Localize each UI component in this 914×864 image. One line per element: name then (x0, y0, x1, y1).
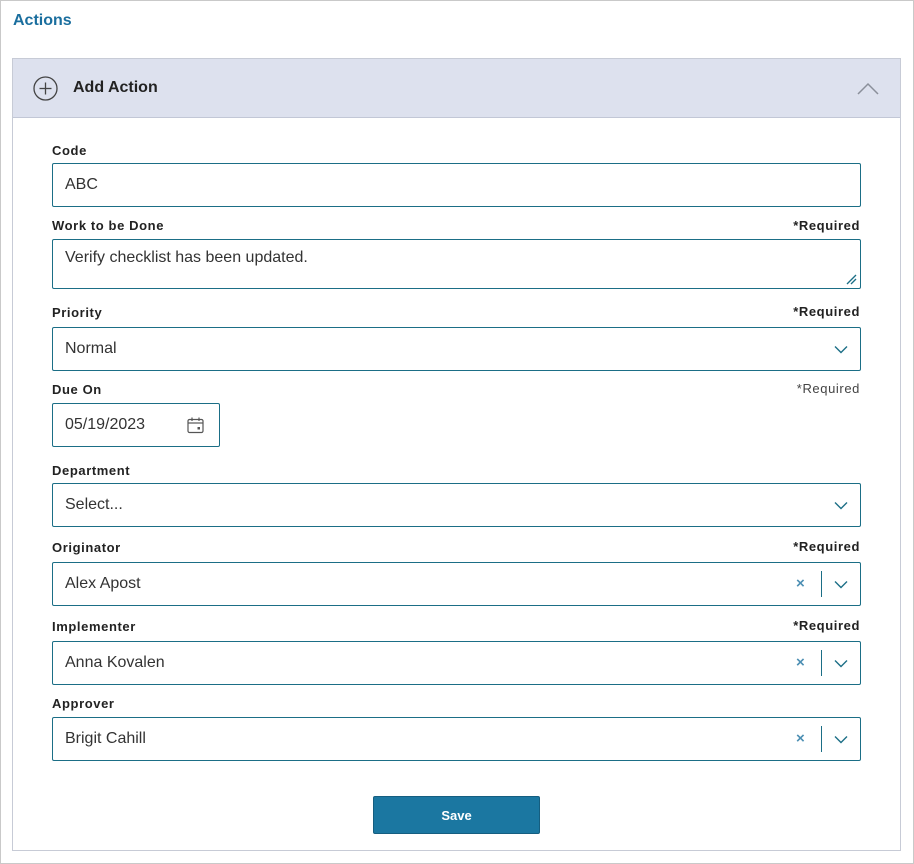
department-value: Select... (65, 496, 123, 513)
due-on-date-input[interactable]: 05/19/2023 (52, 403, 220, 447)
panel-title: Add Action (73, 79, 158, 96)
approver-value: Brigit Cahill (65, 730, 146, 747)
chevron-down-icon[interactable] (834, 345, 848, 354)
originator-select[interactable]: Alex Apost × (52, 562, 861, 606)
due-on-value: 05/19/2023 (65, 416, 146, 433)
chevron-down-icon[interactable] (834, 735, 848, 744)
work-required: *Required (793, 218, 860, 233)
approver-label: Approver (52, 696, 115, 711)
implementer-select[interactable]: Anna Kovalen × (52, 641, 861, 685)
originator-value: Alex Apost (65, 575, 141, 592)
work-textarea[interactable]: Verify checklist has been updated. (52, 239, 861, 289)
code-value: ABC (65, 176, 98, 193)
clear-icon[interactable]: × (796, 654, 805, 671)
save-button[interactable]: Save (373, 796, 540, 834)
divider (821, 726, 822, 752)
code-label: Code (52, 143, 87, 158)
department-select[interactable]: Select... (52, 483, 861, 527)
resize-grip-icon[interactable] (845, 273, 857, 285)
chevron-down-icon[interactable] (834, 580, 848, 589)
chevron-down-icon[interactable] (834, 501, 848, 510)
implementer-label: Implementer (52, 619, 136, 634)
priority-required: *Required (793, 304, 860, 319)
divider (821, 571, 822, 597)
department-label: Department (52, 463, 131, 478)
priority-select[interactable]: Normal (52, 327, 861, 371)
priority-value: Normal (65, 340, 117, 357)
work-value: Verify checklist has been updated. (65, 249, 308, 266)
panel-header[interactable]: Add Action (13, 59, 900, 118)
approver-select[interactable]: Brigit Cahill × (52, 717, 861, 761)
chevron-up-icon[interactable] (856, 81, 880, 97)
originator-label: Originator (52, 540, 121, 555)
clear-icon[interactable]: × (796, 730, 805, 747)
plus-circle-icon[interactable] (33, 76, 58, 101)
originator-required: *Required (793, 539, 860, 554)
chevron-down-icon[interactable] (834, 659, 848, 668)
work-label: Work to be Done (52, 218, 165, 233)
due-on-label: Due On (52, 382, 102, 397)
priority-label: Priority (52, 305, 103, 320)
clear-icon[interactable]: × (796, 575, 805, 592)
calendar-icon[interactable] (187, 417, 204, 434)
code-input[interactable]: ABC (52, 163, 861, 207)
implementer-value: Anna Kovalen (65, 654, 165, 671)
section-title: Actions (13, 12, 72, 29)
implementer-required: *Required (793, 618, 860, 633)
due-on-required: *Required (796, 381, 860, 396)
divider (821, 650, 822, 676)
